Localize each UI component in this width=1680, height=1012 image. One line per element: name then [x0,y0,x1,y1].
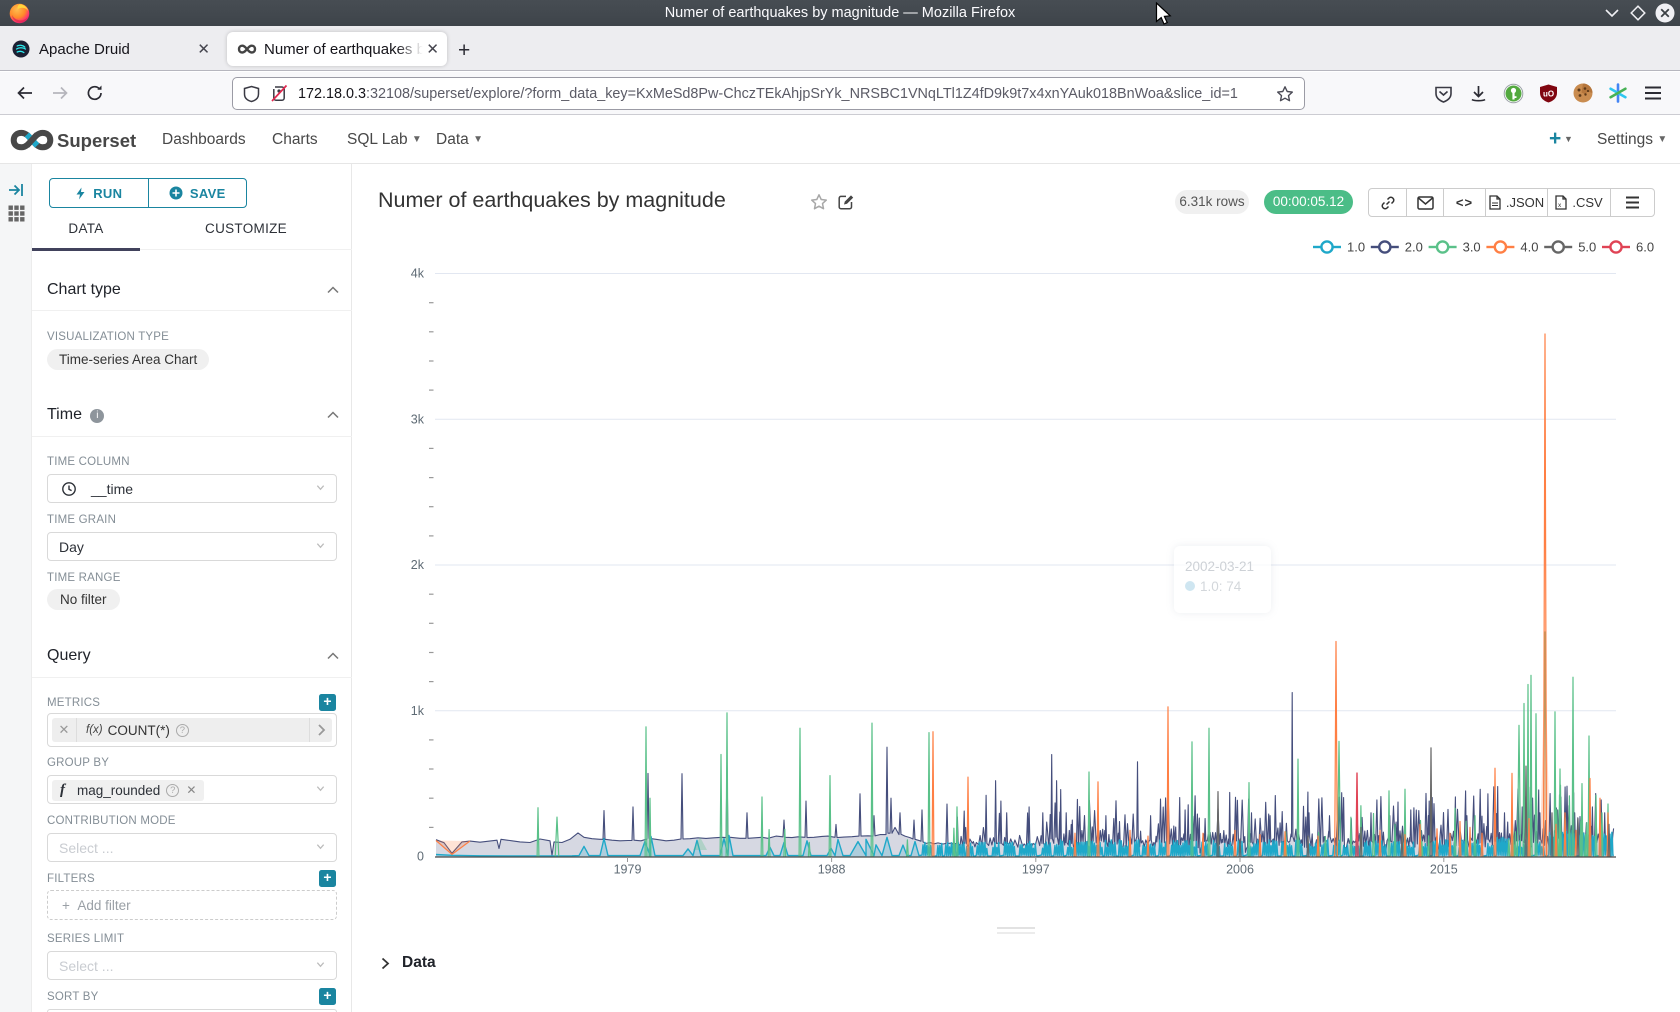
svg-text:2006: 2006 [1226,863,1254,877]
svg-text:3k: 3k [411,412,425,426]
svg-text:1979: 1979 [614,863,642,877]
svg-text:2k: 2k [411,558,425,572]
svg-text:4k: 4k [411,267,425,281]
svg-text:0: 0 [417,850,424,864]
svg-text:1997: 1997 [1022,863,1050,877]
svg-text:1k: 1k [411,704,425,718]
svg-text:1988: 1988 [818,863,846,877]
svg-text:2015: 2015 [1430,863,1458,877]
